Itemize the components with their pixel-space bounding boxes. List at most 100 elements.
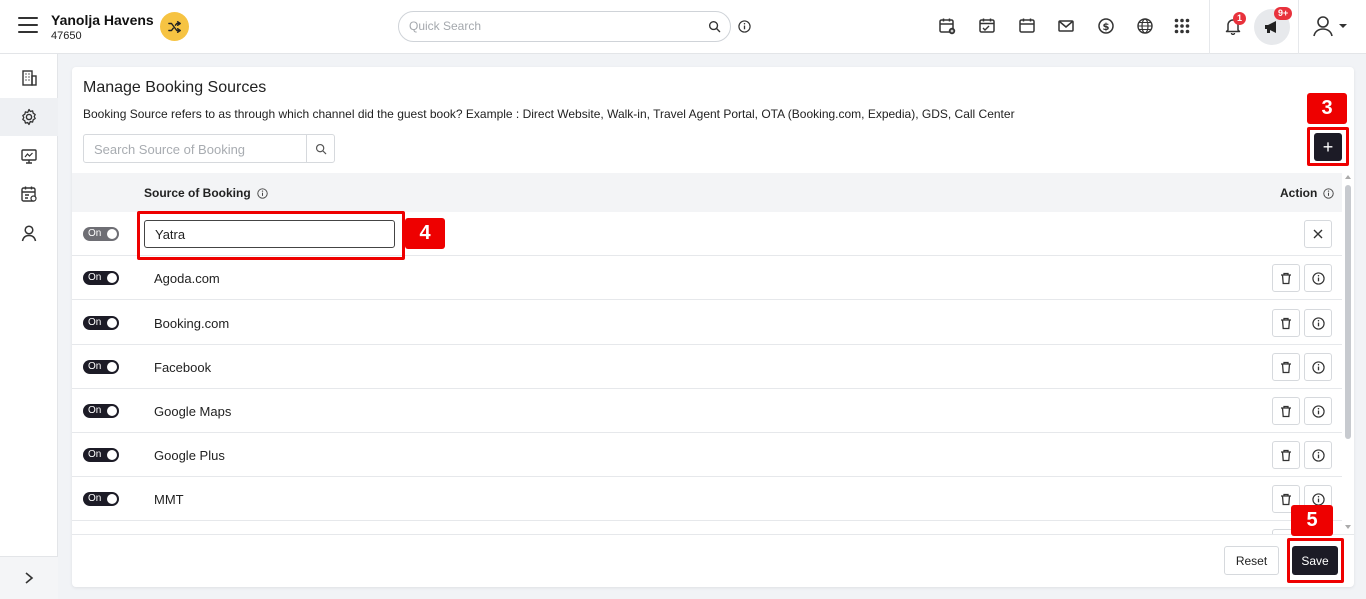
info-icon bbox=[1311, 404, 1325, 418]
table-row: On MMT bbox=[72, 477, 1342, 521]
delete-button[interactable] bbox=[1272, 441, 1300, 469]
source-name: MMT bbox=[154, 492, 184, 507]
calendar-check-icon[interactable] bbox=[977, 16, 997, 36]
booking-sources-card: Manage Booking Sources Booking Source re… bbox=[72, 67, 1354, 587]
trash-icon bbox=[1281, 361, 1291, 373]
reset-button[interactable]: Reset bbox=[1224, 546, 1279, 575]
callout-save-number: 5 bbox=[1291, 505, 1333, 536]
info-icon bbox=[1311, 448, 1325, 462]
table-row: On Google Maps bbox=[72, 389, 1342, 433]
table-row: On Google Plus bbox=[72, 433, 1342, 477]
card-footer: Reset Save bbox=[72, 534, 1354, 587]
trash-icon bbox=[1281, 449, 1291, 461]
info-icon bbox=[1323, 187, 1335, 199]
caret-down-icon bbox=[1339, 24, 1347, 28]
sidebar-item-users[interactable] bbox=[0, 214, 58, 252]
user-icon bbox=[21, 225, 37, 242]
source-name: Agoda.com bbox=[154, 271, 220, 286]
calendar-list-icon bbox=[21, 186, 37, 202]
divider bbox=[1209, 0, 1210, 54]
delete-button[interactable] bbox=[1272, 397, 1300, 425]
status-toggle[interactable]: On bbox=[83, 448, 119, 462]
user-icon bbox=[1313, 16, 1333, 37]
source-name: Facebook bbox=[154, 360, 212, 375]
page-title: Manage Booking Sources bbox=[83, 79, 267, 96]
search-icon[interactable] bbox=[708, 20, 721, 36]
info-button[interactable] bbox=[1304, 353, 1332, 381]
quick-search bbox=[398, 11, 731, 42]
building-icon bbox=[22, 70, 37, 86]
cancel-row-button[interactable] bbox=[1304, 220, 1332, 248]
info-icon bbox=[1311, 271, 1325, 285]
info-button[interactable] bbox=[1304, 397, 1332, 425]
scroll-thumb[interactable] bbox=[1345, 185, 1351, 439]
chevron-right-icon bbox=[25, 572, 34, 584]
status-toggle[interactable]: On bbox=[83, 492, 119, 506]
dollar-icon[interactable]: $ bbox=[1096, 16, 1116, 36]
source-name: Booking.com bbox=[154, 316, 230, 331]
search-icon[interactable] bbox=[306, 135, 334, 162]
sidebar-item-front-desk[interactable] bbox=[0, 137, 58, 175]
monitor-icon bbox=[21, 149, 37, 164]
column-header-source: Source of Booking bbox=[144, 186, 268, 200]
column-action-label: Action bbox=[1280, 186, 1318, 200]
hotel-id: 47650 bbox=[51, 30, 82, 42]
status-toggle[interactable]: On bbox=[83, 360, 119, 374]
info-button[interactable] bbox=[1304, 441, 1332, 469]
globe-icon[interactable] bbox=[1135, 16, 1155, 36]
announcement-badge: 9+ bbox=[1274, 7, 1293, 20]
table-row: On Booking.com bbox=[72, 301, 1342, 345]
mail-icon[interactable] bbox=[1056, 16, 1076, 36]
quick-search-input[interactable] bbox=[409, 19, 699, 33]
page-description: Booking Source refers to as through whic… bbox=[83, 107, 1015, 121]
status-toggle[interactable]: On bbox=[83, 404, 119, 418]
info-icon[interactable] bbox=[738, 20, 751, 36]
user-menu[interactable] bbox=[1312, 15, 1348, 37]
scroll-up-icon bbox=[1345, 175, 1351, 179]
status-toggle[interactable]: On bbox=[83, 227, 119, 241]
notification-badge: 1 bbox=[1233, 12, 1247, 25]
calendar-add-icon[interactable] bbox=[937, 16, 957, 36]
delete-button[interactable] bbox=[1272, 309, 1300, 337]
status-toggle[interactable]: On bbox=[83, 316, 119, 330]
callout-add-box bbox=[1307, 127, 1349, 166]
switch-property-icon[interactable] bbox=[160, 12, 189, 41]
menu-icon[interactable] bbox=[18, 17, 38, 33]
sidebar-item-property[interactable] bbox=[0, 59, 58, 97]
callout-add-number: 3 bbox=[1307, 93, 1347, 124]
source-search-input[interactable] bbox=[94, 142, 294, 157]
status-toggle[interactable]: On bbox=[83, 271, 119, 285]
hotel-name: Yanolja Havens bbox=[51, 12, 154, 28]
scroll-down-icon bbox=[1345, 525, 1351, 529]
calendar-icon[interactable] bbox=[1017, 16, 1037, 36]
callout-input-number: 4 bbox=[405, 218, 445, 249]
svg-text:$: $ bbox=[1103, 22, 1110, 33]
column-header-action: Action bbox=[1280, 186, 1335, 200]
info-button[interactable] bbox=[1304, 264, 1332, 292]
info-icon bbox=[1311, 316, 1325, 330]
sidebar-item-settings[interactable] bbox=[0, 98, 58, 136]
callout-save-box bbox=[1287, 538, 1344, 583]
delete-button[interactable] bbox=[1272, 353, 1300, 381]
apps-grid-icon[interactable] bbox=[1172, 16, 1192, 36]
table-scrollbar[interactable] bbox=[1344, 173, 1352, 533]
info-icon bbox=[1311, 360, 1325, 374]
sidebar bbox=[0, 54, 58, 599]
source-name: Google Maps bbox=[154, 404, 232, 419]
trash-icon bbox=[1281, 317, 1291, 329]
gear-icon bbox=[22, 108, 36, 126]
divider bbox=[1298, 0, 1299, 54]
close-icon bbox=[1313, 229, 1323, 239]
table-row: On Agoda.com bbox=[72, 256, 1342, 300]
info-button[interactable] bbox=[1304, 309, 1332, 337]
sidebar-expand-button[interactable] bbox=[0, 556, 58, 599]
delete-button[interactable] bbox=[1272, 264, 1300, 292]
source-name: Google Plus bbox=[154, 448, 225, 463]
trash-icon bbox=[1281, 493, 1291, 505]
info-icon bbox=[256, 187, 268, 199]
column-source-label: Source of Booking bbox=[144, 186, 251, 200]
trash-icon bbox=[1281, 272, 1291, 284]
table-row: On Facebook bbox=[72, 345, 1342, 389]
sidebar-item-reservations[interactable] bbox=[0, 175, 58, 213]
top-bar: Yanolja Havens 47650 $ 1 9+ bbox=[0, 0, 1366, 54]
